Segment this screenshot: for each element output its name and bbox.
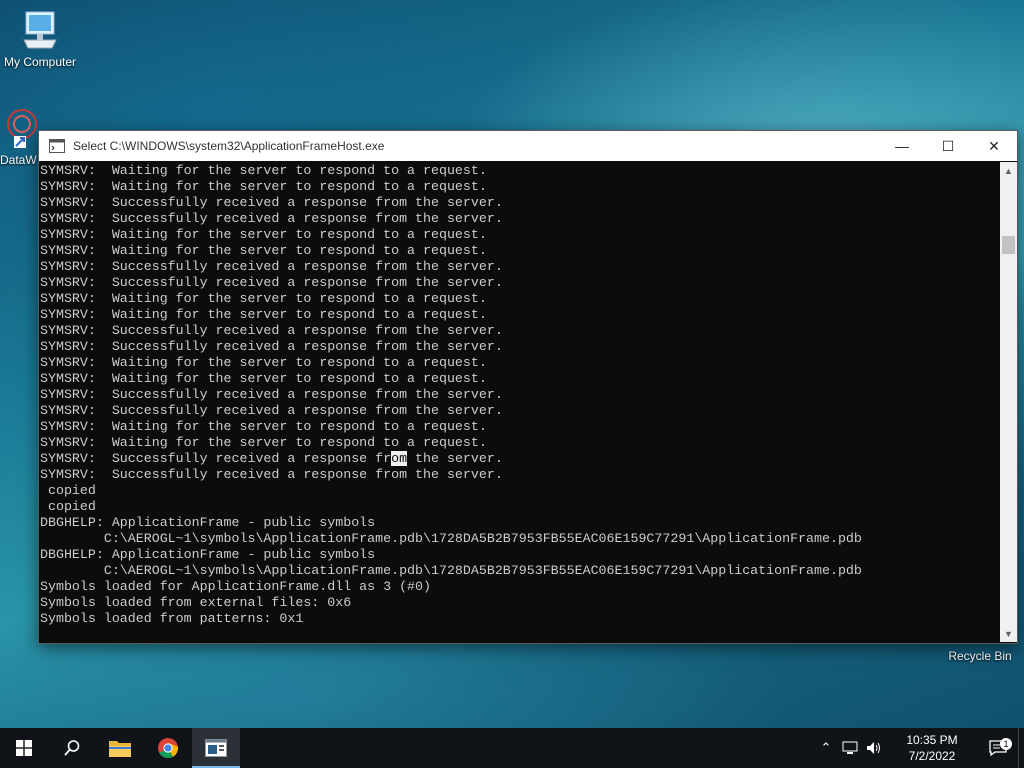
console-line: SYMSRV: Successfully received a response… — [40, 403, 503, 418]
console-button[interactable] — [192, 728, 240, 768]
search-button[interactable] — [48, 728, 96, 768]
console-line: Symbols loaded for ApplicationFrame.dll … — [40, 579, 431, 594]
file-explorer-button[interactable] — [96, 728, 144, 768]
maximize-button[interactable]: ☐ — [925, 131, 971, 161]
taskbar: ⌃ 10:35 PM 7/2/2022 1 — [0, 728, 1024, 768]
chrome-icon — [158, 738, 179, 759]
chevron-up-icon[interactable]: ⌃ — [814, 740, 838, 756]
window-title: Select C:\WINDOWS\system32\ApplicationFr… — [73, 139, 385, 153]
console-line: SYMSRV: Successfully received a response… — [40, 451, 503, 466]
scroll-thumb[interactable] — [1002, 236, 1015, 254]
network-icon[interactable] — [838, 741, 862, 755]
console-line: SYMSRV: Successfully received a response… — [40, 467, 503, 482]
console-line: SYMSRV: Waiting for the server to respon… — [40, 371, 487, 386]
scroll-up-icon[interactable]: ▲ — [1000, 162, 1017, 179]
console-line: SYMSRV: Waiting for the server to respon… — [40, 355, 487, 370]
console-line: SYMSRV: Successfully received a response… — [40, 195, 503, 210]
folder-icon — [109, 741, 131, 757]
title-bar[interactable]: Select C:\WINDOWS\system32\ApplicationFr… — [39, 131, 1017, 161]
console-line: SYMSRV: Successfully received a response… — [40, 339, 503, 354]
console-line: SYMSRV: Waiting for the server to respon… — [40, 179, 487, 194]
clock-time: 10:35 PM — [906, 733, 958, 747]
console-line: DBGHELP: ApplicationFrame - public symbo… — [40, 547, 376, 562]
chrome-button[interactable] — [144, 728, 192, 768]
console-line: SYMSRV: Successfully received a response… — [40, 323, 503, 338]
console-line: Symbols loaded from patterns: 0x1 — [40, 611, 304, 626]
console-line: SYMSRV: Successfully received a response… — [40, 211, 503, 226]
console-line: copied — [40, 499, 96, 514]
show-desktop-button[interactable] — [1018, 728, 1024, 768]
desktop-icon-my-computer[interactable]: My Computer — [0, 8, 80, 69]
console-line: DBGHELP: ApplicationFrame - public symbo… — [40, 515, 376, 530]
system-tray: ⌃ 10:35 PM 7/2/2022 1 — [814, 728, 1024, 768]
console-line: C:\AEROGL~1\symbols\ApplicationFrame.pdb… — [40, 531, 862, 546]
console-line: SYMSRV: Waiting for the server to respon… — [40, 419, 487, 434]
scroll-down-icon[interactable]: ▼ — [1000, 625, 1017, 642]
start-button[interactable] — [0, 728, 48, 768]
console-line: SYMSRV: Successfully received a response… — [40, 387, 503, 402]
console-window-icon — [205, 739, 227, 757]
dataw-icon — [7, 109, 37, 148]
console-line: SYMSRV: Waiting for the server to respon… — [40, 227, 487, 242]
computer-icon — [23, 11, 57, 49]
text-selection: om — [391, 451, 408, 466]
volume-icon[interactable] — [862, 741, 886, 755]
clock[interactable]: 10:35 PM 7/2/2022 — [892, 732, 972, 764]
desktop-icon-dataw[interactable]: DataW — [0, 108, 40, 167]
search-icon — [64, 740, 80, 756]
desktop-icon-label: DataW — [0, 153, 37, 167]
console-line: SYMSRV: Successfully received a response… — [40, 275, 503, 290]
console-line: C:\AEROGL~1\symbols\ApplicationFrame.pdb… — [40, 563, 862, 578]
console-window[interactable]: Select C:\WINDOWS\system32\ApplicationFr… — [38, 130, 1018, 644]
console-line: SYMSRV: Waiting for the server to respon… — [40, 163, 487, 178]
console-line: Symbols loaded from external files: 0x6 — [40, 595, 352, 610]
notification-button[interactable]: 1 — [978, 738, 1018, 756]
console-line: SYMSRV: Waiting for the server to respon… — [40, 291, 487, 306]
console-line: SYMSRV: Successfully received a response… — [40, 259, 503, 274]
vertical-scrollbar[interactable]: ▲ ▼ — [1000, 162, 1017, 642]
close-button[interactable]: ✕ — [971, 131, 1017, 161]
windows-logo-icon — [16, 740, 32, 756]
console-line: SYMSRV: Waiting for the server to respon… — [40, 435, 487, 450]
clock-date: 7/2/2022 — [908, 749, 956, 763]
desktop-icon-label: My Computer — [3, 55, 77, 69]
console-line: SYMSRV: Waiting for the server to respon… — [40, 243, 487, 258]
notification-badge: 1 — [1000, 738, 1012, 750]
desktop-icon-label: Recycle Bin — [948, 649, 1012, 663]
console-app-icon — [49, 139, 65, 153]
console-line: SYMSRV: Waiting for the server to respon… — [40, 307, 487, 322]
console-line: copied — [40, 483, 96, 498]
minimize-button[interactable]: — — [879, 131, 925, 161]
console-output[interactable]: SYMSRV: Waiting for the server to respon… — [39, 162, 999, 642]
